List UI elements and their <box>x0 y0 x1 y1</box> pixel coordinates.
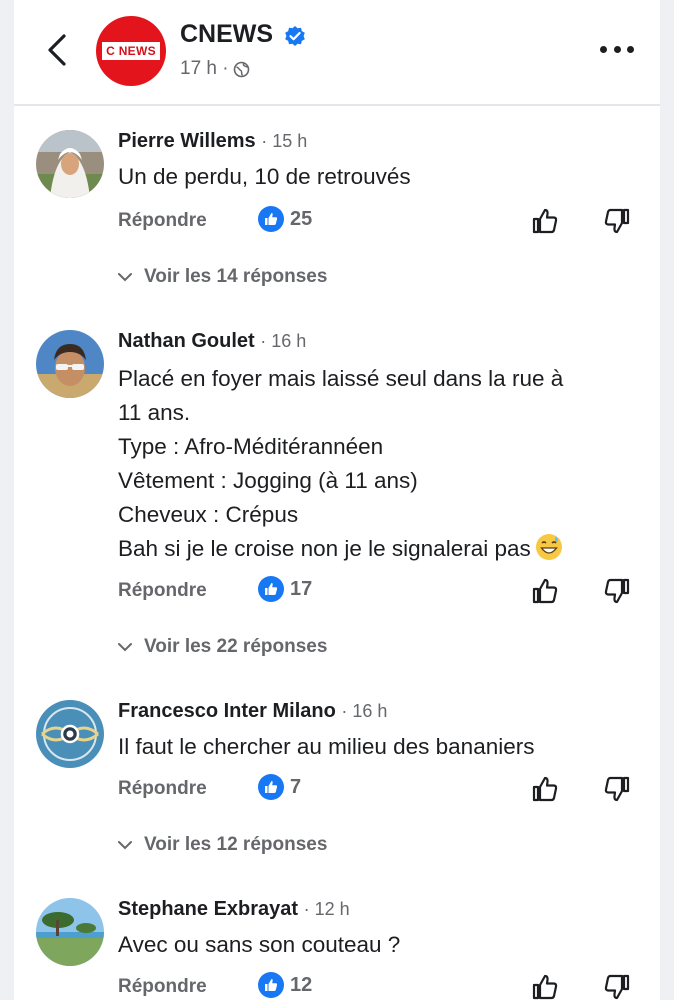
comment-time: · 15 h <box>261 131 308 151</box>
like-count[interactable]: 25 <box>258 206 312 232</box>
comment-text: Il faut le chercher au milieu des banani… <box>118 730 648 764</box>
like-reaction-icon <box>258 774 284 800</box>
thumbs-down-icon[interactable] <box>602 576 632 606</box>
view-replies-button[interactable]: Voir les 22 réponses <box>118 636 327 658</box>
comment-actions: Répondre 7 <box>118 774 638 808</box>
reply-button[interactable]: Répondre <box>118 778 207 800</box>
comment-time: · 16 h <box>260 331 307 351</box>
comment-author[interactable]: Francesco Inter Milano <box>118 700 336 722</box>
globe-icon <box>233 61 250 78</box>
chevron-down-icon <box>118 643 132 652</box>
comment-header: Stephane Exbrayat · 12 h <box>118 898 350 921</box>
comment-header: Pierre Willems · 15 h <box>118 130 307 153</box>
comment-author[interactable]: Stephane Exbrayat <box>118 898 298 920</box>
view-replies-label: Voir les 22 réponses <box>144 636 328 657</box>
view-replies-label: Voir les 12 réponses <box>144 834 328 855</box>
thumbs-down-icon[interactable] <box>602 774 632 804</box>
post-time-text: 17 h · <box>180 58 229 79</box>
thumbs-up-icon[interactable] <box>530 774 560 804</box>
comment-header: Francesco Inter Milano · 16 h <box>118 700 387 723</box>
avatar[interactable] <box>36 898 104 966</box>
comment-text: Un de perdu, 10 de retrouvés <box>118 160 648 194</box>
like-count[interactable]: 12 <box>258 972 312 998</box>
comment-actions: Répondre 17 <box>118 576 638 610</box>
reply-button[interactable]: Répondre <box>118 580 207 602</box>
comment-text: Placé en foyer mais laissé seul dans la … <box>118 362 648 566</box>
post-comments-screen: C NEWS CNEWS 17 h · Pierre Willems · 15 … <box>14 0 660 1000</box>
comment-line: Avec ou sans son couteau ? <box>118 932 401 957</box>
comment-line: Il faut le chercher au milieu des banani… <box>118 734 535 759</box>
thumbs-up-icon[interactable] <box>530 206 560 236</box>
comment-author[interactable]: Nathan Goulet <box>118 330 255 352</box>
comment-line: Placé en foyer mais laissé seul dans la … <box>118 366 564 391</box>
thumbs-up-icon[interactable] <box>530 576 560 606</box>
view-replies-button[interactable]: Voir les 12 réponses <box>118 834 327 856</box>
comment-header: Nathan Goulet · 16 h <box>118 330 306 353</box>
comment-actions: Répondre 25 <box>118 206 638 240</box>
post-header: C NEWS CNEWS 17 h · <box>14 0 660 106</box>
like-count[interactable]: 7 <box>258 774 301 800</box>
avatar[interactable] <box>36 700 104 768</box>
comment-author[interactable]: Pierre Willems <box>118 130 256 152</box>
like-count-value: 7 <box>290 775 302 798</box>
view-replies-label: Voir les 14 réponses <box>144 266 328 287</box>
thumbs-down-icon[interactable] <box>602 972 632 1000</box>
thumbs-up-icon[interactable] <box>530 972 560 1000</box>
comment-line: Type : Afro-Méditérannéen <box>118 434 384 459</box>
like-count-value: 12 <box>290 973 313 996</box>
comment-actions: Répondre 12 <box>118 972 638 1000</box>
chevron-down-icon <box>118 273 132 282</box>
comment-line: Bah si je le croise non je le signalerai… <box>118 536 531 561</box>
page-avatar[interactable]: C NEWS <box>96 16 166 86</box>
page-name[interactable]: CNEWS <box>180 20 273 49</box>
like-reaction-icon <box>258 206 284 232</box>
reply-button[interactable]: Répondre <box>118 210 207 232</box>
comment-text: Avec ou sans son couteau ? <box>118 928 648 962</box>
like-reaction-icon <box>258 972 284 998</box>
more-options-icon[interactable] <box>600 34 634 64</box>
grinning-sweat-emoji <box>535 533 563 561</box>
comment-line: Un de perdu, 10 de retrouvés <box>118 164 411 189</box>
comment-line: 11 ans. <box>118 400 191 425</box>
comment-time: · 16 h <box>341 701 388 721</box>
logo-text: C NEWS <box>102 42 160 60</box>
view-replies-button[interactable]: Voir les 14 réponses <box>118 266 327 288</box>
comment-line: Vêtement : Jogging (à 11 ans) <box>118 468 418 493</box>
chevron-down-icon <box>118 841 132 850</box>
thumbs-down-icon[interactable] <box>602 206 632 236</box>
verified-badge-icon <box>284 25 306 47</box>
reply-button[interactable]: Répondre <box>118 976 207 998</box>
like-count[interactable]: 17 <box>258 576 312 602</box>
post-timestamp: 17 h · <box>180 58 250 80</box>
like-reaction-icon <box>258 576 284 602</box>
like-count-value: 17 <box>290 577 313 600</box>
comment-line-with-emoji: Bah si je le croise non je le signalerai… <box>118 532 648 566</box>
avatar[interactable] <box>36 130 104 198</box>
comment-line: Cheveux : Crépus <box>118 502 299 527</box>
back-arrow-icon[interactable] <box>40 30 74 70</box>
like-count-value: 25 <box>290 207 313 230</box>
avatar[interactable] <box>36 330 104 398</box>
comment-time: · 12 h <box>303 899 350 919</box>
